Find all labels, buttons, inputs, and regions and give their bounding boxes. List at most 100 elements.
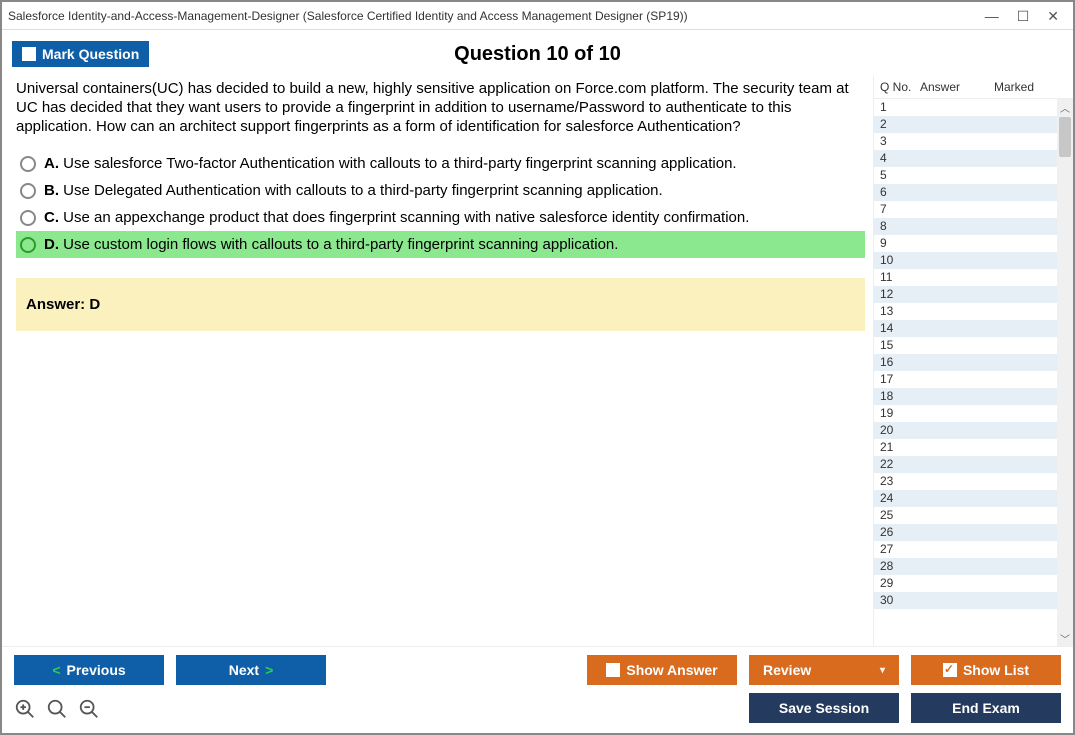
question-list-row[interactable]: 11 [874,269,1073,286]
end-exam-button[interactable]: End Exam [911,693,1061,723]
radio-icon[interactable] [20,156,36,172]
scrollbar[interactable]: ︿ ﹀ [1057,99,1073,646]
next-label: Next [229,662,259,678]
question-list-row[interactable]: 21 [874,439,1073,456]
question-list-row[interactable]: 14 [874,320,1073,337]
show-answer-label: Show Answer [626,662,717,678]
question-text: Universal containers(UC) has decided to … [16,80,865,136]
scroll-up-icon[interactable]: ︿ [1057,99,1073,115]
chevron-down-icon: ▾ [880,665,885,676]
previous-button[interactable]: < Previous [14,655,164,685]
question-list-row[interactable]: 26 [874,524,1073,541]
show-list-label: Show List [963,662,1029,678]
checkbox-icon [606,663,620,677]
footer: < Previous Next > Show Answer Review ▾ S… [2,646,1073,733]
question-list-row[interactable]: 29 [874,575,1073,592]
answer-box: Answer: D [16,278,865,331]
question-list-row[interactable]: 27 [874,541,1073,558]
option-row-b[interactable]: B. Use Delegated Authentication with cal… [16,177,865,204]
zoom-icon[interactable] [46,698,68,720]
question-list-row[interactable]: 6 [874,184,1073,201]
footer-row-2: Save Session End Exam [749,693,1061,723]
col-qno: Q No. [880,80,920,94]
review-label: Review [763,662,811,678]
option-text: Use salesforce Two-factor Authentication… [59,155,737,172]
chevron-right-icon: > [265,662,273,678]
app-window: Salesforce Identity-and-Access-Managemen… [0,0,1075,735]
option-letter: C. [44,209,59,226]
question-list-panel: Q No. Answer Marked 12345678910111213141… [873,76,1073,646]
previous-label: Previous [67,662,126,678]
question-list-row[interactable]: 17 [874,371,1073,388]
checkbox-icon [22,47,36,61]
zoom-controls [14,695,100,723]
scroll-thumb[interactable] [1059,117,1071,157]
question-list-row[interactable]: 4 [874,150,1073,167]
show-list-button[interactable]: Show List [911,655,1061,685]
radio-icon[interactable] [20,183,36,199]
question-list-row[interactable]: 18 [874,388,1073,405]
option-text: Use an appexchange product that does fin… [59,209,749,226]
review-dropdown[interactable]: Review ▾ [749,655,899,685]
question-list-row[interactable]: 2 [874,116,1073,133]
save-session-label: Save Session [779,700,869,716]
question-list-row[interactable]: 9 [874,235,1073,252]
question-list-row[interactable]: 7 [874,201,1073,218]
option-letter: D. [44,236,59,253]
question-panel: Universal containers(UC) has decided to … [2,76,873,646]
zoom-out-icon[interactable] [78,698,100,720]
question-list-row[interactable]: 25 [874,507,1073,524]
option-letter: B. [44,182,59,199]
option-row-a[interactable]: A. Use salesforce Two-factor Authenticat… [16,150,865,177]
radio-icon[interactable] [20,237,36,253]
maximize-icon[interactable]: ☐ [1017,9,1030,23]
question-list-row[interactable]: 5 [874,167,1073,184]
question-list-row[interactable]: 8 [874,218,1073,235]
option-row-c[interactable]: C. Use an appexchange product that does … [16,204,865,231]
question-list-row[interactable]: 12 [874,286,1073,303]
col-marked: Marked [994,80,1071,94]
option-text: Use custom login flows with callouts to … [59,236,618,253]
question-list-row[interactable]: 3 [874,133,1073,150]
next-button[interactable]: Next > [176,655,326,685]
question-list-row[interactable]: 10 [874,252,1073,269]
question-list-row[interactable]: 28 [874,558,1073,575]
footer-row-1: < Previous Next > Show Answer Review ▾ S… [14,655,1061,685]
question-list-row[interactable]: 1 [874,99,1073,116]
question-counter: Question 10 of 10 [2,43,1073,66]
question-list-header: Q No. Answer Marked [874,76,1073,98]
chevron-left-icon: < [52,662,60,678]
question-list-row[interactable]: 13 [874,303,1073,320]
question-list-row[interactable]: 20 [874,422,1073,439]
question-list-row[interactable]: 30 [874,592,1073,609]
window-controls: — ☐ ✕ [985,9,1067,23]
question-list-row[interactable]: 24 [874,490,1073,507]
zoom-in-icon[interactable] [14,698,36,720]
question-list-row[interactable]: 23 [874,473,1073,490]
question-list-row[interactable]: 15 [874,337,1073,354]
titlebar: Salesforce Identity-and-Access-Managemen… [2,2,1073,30]
body: Universal containers(UC) has decided to … [2,76,1073,646]
options-list: A. Use salesforce Two-factor Authenticat… [16,150,865,258]
mark-question-label: Mark Question [42,46,139,62]
answer-label: Answer: D [26,296,100,313]
close-icon[interactable]: ✕ [1047,9,1059,23]
question-list-row[interactable]: 19 [874,405,1073,422]
option-row-d[interactable]: D. Use custom login flows with callouts … [16,231,865,258]
mark-question-button[interactable]: Mark Question [12,41,149,67]
save-session-button[interactable]: Save Session [749,693,899,723]
show-answer-button[interactable]: Show Answer [587,655,737,685]
radio-icon[interactable] [20,210,36,226]
question-list-row[interactable]: 16 [874,354,1073,371]
minimize-icon[interactable]: — [985,9,999,23]
scroll-down-icon[interactable]: ﹀ [1057,630,1073,646]
header-row: Mark Question Question 10 of 10 [2,30,1073,76]
question-list-row[interactable]: 22 [874,456,1073,473]
col-answer: Answer [920,80,994,94]
option-text: Use Delegated Authentication with callou… [59,182,663,199]
end-exam-label: End Exam [952,700,1020,716]
option-letter: A. [44,155,59,172]
window-title: Salesforce Identity-and-Access-Managemen… [8,9,985,23]
question-list: 1234567891011121314151617181920212223242… [874,98,1073,646]
checkbox-checked-icon [943,663,957,677]
